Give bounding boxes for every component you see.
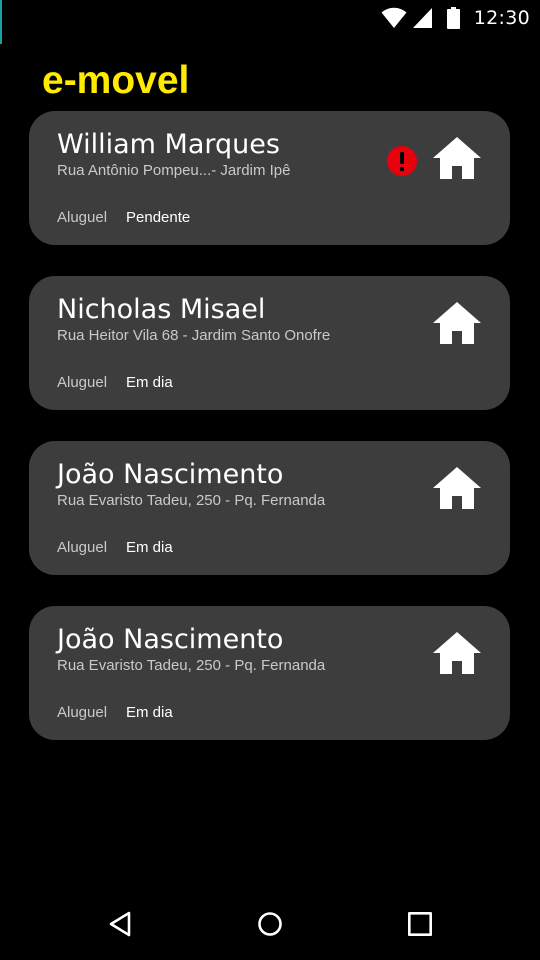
payment-status: Pendente [126, 209, 191, 226]
contract-type: Aluguel [57, 539, 108, 556]
app-title: e-movel [42, 59, 190, 102]
house-icon [433, 467, 481, 509]
navigation-bar [0, 888, 540, 960]
contract-type: Aluguel [57, 374, 108, 391]
back-icon [109, 911, 131, 937]
property-card[interactable]: William Marques Rua Antônio Pompeu...- J… [29, 111, 510, 245]
tenant-name: William Marques [57, 129, 280, 160]
house-icon [433, 302, 481, 344]
property-card[interactable]: João Nascimento Rua Evaristo Tadeu, 250 … [29, 606, 510, 740]
battery-icon [446, 7, 460, 29]
recents-button[interactable] [400, 904, 440, 944]
alert-icon [387, 146, 417, 176]
property-card[interactable]: João Nascimento Rua Evaristo Tadeu, 250 … [29, 441, 510, 575]
house-icon [433, 137, 481, 179]
status-clock: 12:30 [473, 7, 530, 29]
property-address: Rua Evaristo Tadeu, 250 - Pq. Fernanda [57, 657, 326, 674]
tenant-name: João Nascimento [57, 459, 284, 490]
signal-icon [412, 8, 432, 28]
home-icon [258, 912, 282, 936]
payment-status: Em dia [126, 704, 173, 721]
wifi-icon [381, 7, 407, 29]
payment-status: Em dia [126, 539, 173, 556]
status-icons: 12:30 [381, 5, 530, 31]
status-accent [0, 0, 2, 44]
tenant-name: Nicholas Misael [57, 294, 266, 325]
property-address: Rua Evaristo Tadeu, 250 - Pq. Fernanda [57, 492, 326, 509]
home-button[interactable] [250, 904, 290, 944]
tenant-name: João Nascimento [57, 624, 284, 655]
status-bar: 12:30 [0, 0, 540, 44]
payment-status: Em dia [126, 374, 173, 391]
back-button[interactable] [100, 904, 140, 944]
house-icon [433, 632, 481, 674]
property-address: Rua Heitor Vila 68 - Jardim Santo Onofre [57, 327, 331, 344]
recents-icon [407, 911, 432, 936]
property-address: Rua Antônio Pompeu...- Jardim Ipê [57, 162, 291, 179]
contract-type: Aluguel [57, 209, 108, 226]
contract-type: Aluguel [57, 704, 108, 721]
property-card[interactable]: Nicholas Misael Rua Heitor Vila 68 - Jar… [29, 276, 510, 410]
